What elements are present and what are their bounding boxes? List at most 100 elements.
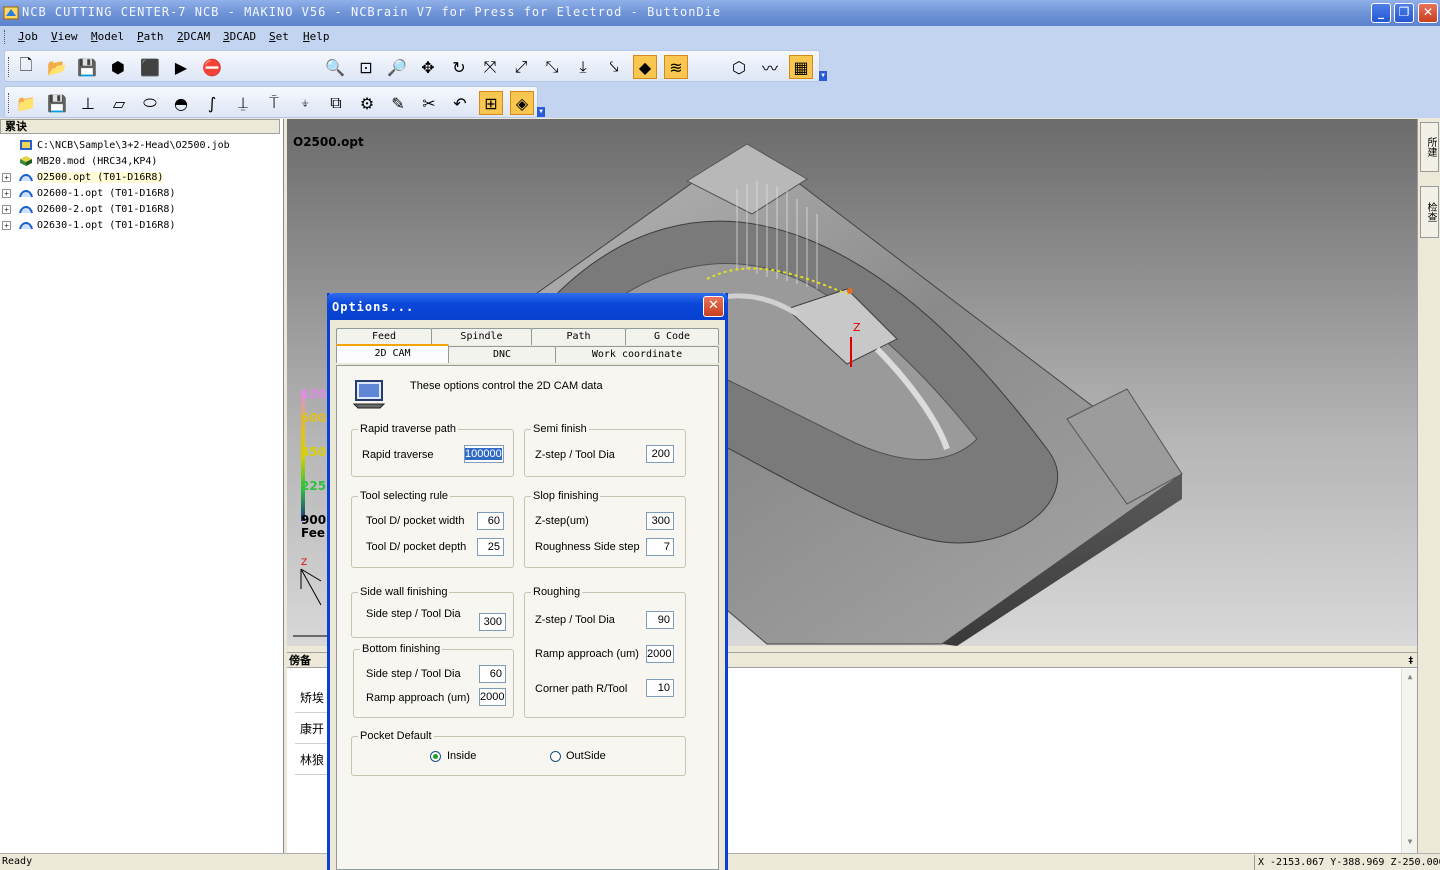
pocket-inside-label[interactable]: Inside (447, 750, 476, 762)
side-tab-check[interactable]: 检查 (1420, 186, 1439, 238)
view-side-button[interactable]: ⤡ (540, 55, 564, 79)
maximize-button[interactable]: ❐ (1394, 3, 1414, 23)
tree-item-label: O2600-2.opt (T01-D16R8) (37, 203, 176, 215)
tab-feed[interactable]: Feed (336, 328, 432, 345)
menu-path[interactable]: Path (137, 30, 164, 43)
curve-button[interactable]: ∫ (200, 91, 224, 115)
tree-item[interactable]: + O2600-1.opt (T01-D16R8) (2, 185, 175, 201)
tree-item[interactable]: + O2630-1.opt (T01-D16R8) (2, 217, 175, 233)
cylinder-button[interactable]: ⬭ (138, 91, 162, 115)
tools-library-button[interactable]: ⬢ (106, 55, 130, 79)
undo-button[interactable]: ↶ (448, 91, 472, 115)
stock-button[interactable]: ⬡ (727, 55, 751, 79)
side-wall-step-input[interactable]: 300 (479, 613, 506, 631)
roughing-ramp-input[interactable]: 2000 (646, 645, 674, 663)
menu-grip[interactable] (4, 30, 7, 44)
menu-3dcad[interactable]: 3DCAD (223, 30, 256, 43)
highlight-button[interactable]: ◈ (510, 91, 534, 115)
scroll-down-icon[interactable]: ▼ (1404, 837, 1416, 849)
half-shape-button[interactable]: ◓ (169, 91, 193, 115)
flat-tool-button[interactable]: ⍑ (262, 91, 286, 115)
open-add-button[interactable]: 📂 (45, 55, 69, 79)
drill-tool-button[interactable]: ⍖ (293, 91, 317, 115)
tab-spindle[interactable]: Spindle (431, 328, 532, 345)
zoom-window-button[interactable]: ⊡ (354, 55, 378, 79)
save-disk-button[interactable]: 💾 (45, 91, 69, 115)
menu-set[interactable]: Set (269, 30, 289, 43)
vertical-scrollbar[interactable]: ▲ ▼ (1401, 669, 1417, 854)
expand-icon[interactable]: + (2, 172, 11, 182)
2d-grid-button[interactable]: ▦ (789, 55, 813, 79)
expand-icon[interactable]: + (2, 188, 11, 198)
stop-button[interactable]: ⛔ (200, 55, 224, 79)
shaded-view-button[interactable]: ◆ (633, 55, 657, 79)
pin-icon[interactable]: ‡ (1409, 654, 1414, 669)
layout-button[interactable]: ⧉ (324, 91, 348, 115)
menu-view[interactable]: View (51, 30, 78, 43)
minimize-button[interactable]: _ (1371, 3, 1391, 23)
menu-2dcam[interactable]: 2DCAM (177, 30, 210, 43)
roughing-zstep-input[interactable]: 90 (646, 611, 674, 629)
new-file-button[interactable]: 🗋 (14, 55, 38, 79)
tab-dnc[interactable]: DNC (448, 346, 556, 363)
triad-axis-z: Z (301, 558, 307, 568)
roughness-side-step-input[interactable]: 7 (646, 538, 674, 556)
pocket-inside-radio[interactable] (430, 751, 441, 762)
semi-finish-zstep-input[interactable]: 200 (646, 445, 674, 463)
menu-model[interactable]: Model (91, 30, 124, 43)
tree-item[interactable]: + O2600-2.opt (T01-D16R8) (2, 201, 175, 217)
view-front-button[interactable]: ⤢ (509, 55, 533, 79)
tab-2d-cam[interactable]: 2D CAM (336, 344, 449, 363)
menu-job[interactable]: Job (18, 30, 38, 43)
bottom-side-step-input[interactable]: 60 (479, 665, 506, 683)
path-view-button[interactable]: ≋ (664, 55, 688, 79)
pocket-width-input[interactable]: 60 (477, 512, 504, 530)
corner-path-input[interactable]: 10 (646, 679, 674, 697)
view-iso-button[interactable]: ⤧ (478, 55, 502, 79)
view-top-button[interactable]: ⤓ (571, 55, 595, 79)
ball-tool-button[interactable]: ⍊ (231, 91, 255, 115)
pocket-outside-radio[interactable] (550, 751, 561, 762)
toolbar-overflow-button[interactable]: ▼ (819, 71, 827, 81)
tab-path[interactable]: Path (531, 328, 626, 345)
toolbar-overflow-button[interactable]: ▼ (537, 107, 545, 117)
box-model-button[interactable]: ⬛ (138, 55, 162, 79)
pan-button[interactable]: ✥ (416, 55, 440, 79)
expand-icon[interactable]: + (2, 204, 11, 214)
tab-work-coordinate[interactable]: Work coordinate (555, 346, 719, 363)
rotate-button[interactable]: ↻ (447, 55, 471, 79)
rapid-traverse-input[interactable]: 100000 (464, 445, 504, 463)
pocket-depth-input[interactable]: 25 (477, 538, 504, 556)
save-button[interactable]: 💾 (75, 55, 99, 79)
surface-button[interactable]: 〰 (758, 55, 782, 79)
pocket-outside-label[interactable]: OutSide (566, 750, 606, 762)
tab-g-code[interactable]: G Code (625, 328, 719, 345)
zoom-fit-button[interactable]: 🔍 (323, 55, 347, 79)
menu-help[interactable]: Help (303, 30, 330, 43)
path-view-icon: ≋ (669, 57, 683, 77)
dialog-description: These options control the 2D CAM data (410, 380, 603, 392)
grid-select-button[interactable]: ⊞ (479, 91, 503, 115)
zoom-out-button[interactable]: 🔎 (385, 55, 409, 79)
tree-item[interactable]: + O2500.opt (T01-D16R8) (2, 169, 164, 185)
bottom-ramp-input[interactable]: 2000 (479, 688, 506, 706)
settings-group-button[interactable]: ⚙ (355, 91, 379, 115)
expand-icon[interactable]: + (2, 220, 11, 230)
run-button[interactable]: ▶ (169, 55, 193, 79)
tree-item[interactable]: C:\NCB\Sample\3+2-Head\O2500.job (2, 137, 230, 153)
slop-zstep-input[interactable]: 300 (646, 512, 674, 530)
toolbar-grip[interactable] (8, 93, 11, 113)
view-axis-button[interactable]: ⤥ (602, 55, 626, 79)
scroll-up-icon[interactable]: ▲ (1404, 672, 1416, 684)
open-folder-button[interactable]: 📁 (14, 91, 38, 115)
eraser-button[interactable]: ✎ (386, 91, 410, 115)
side-tab-new[interactable]: 所建 (1420, 122, 1439, 172)
toolbar-grip[interactable] (8, 57, 11, 77)
scissors-button[interactable]: ✂ (417, 91, 441, 115)
dialog-title-bar[interactable]: Options... (327, 293, 728, 320)
tree-item[interactable]: MB20.mod (HRC34,KP4) (2, 153, 157, 169)
plane-button[interactable]: ▱ (107, 91, 131, 115)
dialog-close-button[interactable]: ✕ (703, 296, 724, 317)
origin-button[interactable]: ⊥ (76, 91, 100, 115)
close-button[interactable]: ✕ (1418, 3, 1438, 23)
